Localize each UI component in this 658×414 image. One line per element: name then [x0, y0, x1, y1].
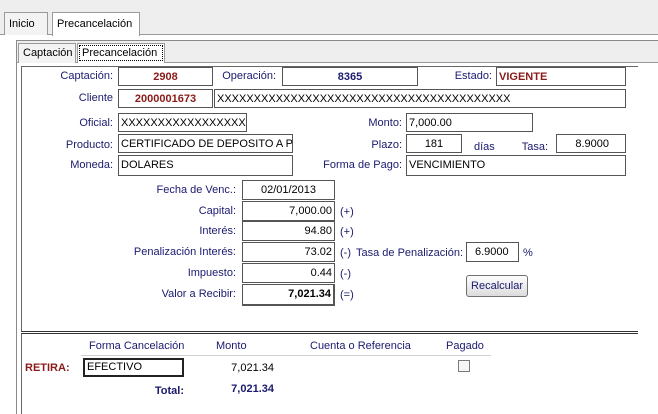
dias-label: días: [474, 141, 495, 153]
impuesto-sign: (-): [340, 268, 351, 280]
penalizacion-label: Penalización Interés:: [133, 246, 236, 258]
forma-cancelacion-field[interactable]: EFECTIVO: [83, 358, 184, 377]
moneda-label: Moneda:: [70, 159, 113, 171]
tab-precancelacion[interactable]: Precancelación: [52, 12, 140, 36]
oficial-label: Oficial:: [79, 117, 113, 129]
tasa-penalizacion-label: Tasa de Penalización:: [356, 247, 464, 259]
tasa-field: 8.9000: [556, 134, 626, 153]
captacion-label: Captación:: [60, 70, 113, 82]
producto-label: Producto:: [65, 139, 113, 151]
interes-label: Interés:: [199, 225, 236, 237]
estado-field: VIGENTE: [496, 67, 626, 86]
operacion-label: Operación:: [222, 70, 276, 82]
plazo-label: Plazo:: [371, 139, 402, 151]
oficial-field: XXXXXXXXXXXXXXXXXXXXXXX: [118, 113, 247, 132]
tasa-penalizacion-field: 6.9000: [466, 242, 519, 262]
total-value: 7,021.34: [231, 383, 274, 395]
plazo-field: 181: [406, 134, 462, 153]
monto-field: 7,000.00: [406, 113, 533, 132]
penalizacion-field: 73.02: [242, 242, 335, 262]
fecha-venc-label: Fecha de Venc.:: [156, 184, 237, 196]
table-header-divider: [81, 355, 491, 356]
impuesto-field: 0.44: [242, 263, 335, 283]
monto-label: Monto:: [368, 117, 402, 129]
captacion-field: 2908: [118, 67, 213, 86]
tasa-penalizacion-unit: %: [523, 247, 533, 259]
col-cuenta-referencia: Cuenta o Referencia: [310, 340, 411, 352]
penalizacion-sign: (-): [340, 247, 351, 259]
col-pagado: Pagado: [446, 340, 484, 352]
valor-recibir-field: 7,021.34: [242, 284, 335, 306]
interes-sign: (+): [340, 226, 354, 238]
tasa-label: Tasa:: [521, 141, 548, 153]
capital-label: Capital:: [198, 205, 236, 217]
producto-field: CERTIFICADO DE DEPOSITO A PLAZ: [118, 134, 293, 153]
valor-recibir-sign: (=): [340, 289, 354, 301]
retira-label: RETIRA:: [25, 362, 70, 374]
col-monto: Monto: [216, 340, 247, 352]
row-monto: 7,021.34: [231, 362, 274, 374]
cliente-name-field: XXXXXXXXXXXXXXXXXXXXXXXXXXXXXXXXXXXXXXXX: [214, 89, 626, 108]
operacion-field: 8365: [282, 67, 418, 86]
cliente-label: Cliente: [78, 92, 113, 104]
estado-label: Estado:: [454, 70, 492, 82]
subtab-captacion[interactable]: Captación: [18, 43, 76, 63]
capital-sign: (+): [340, 206, 354, 218]
interes-field: 94.80: [242, 221, 335, 241]
moneda-field: DOLARES: [118, 155, 293, 176]
capital-field: 7,000.00: [242, 201, 335, 221]
total-label: Total:: [154, 385, 184, 397]
subtab-precancelacion[interactable]: Precancelación: [77, 43, 165, 63]
valor-recibir-label: Valor a Recibir:: [161, 288, 236, 300]
forma-pago-field: VENCIMIENTO: [406, 155, 626, 176]
col-forma-cancelacion: Forma Cancelación: [89, 340, 185, 352]
impuesto-label: Impuesto:: [187, 267, 236, 279]
fecha-venc-field: 02/01/2013: [242, 180, 335, 200]
tab-inicio[interactable]: Inicio: [4, 12, 48, 35]
pagado-checkbox[interactable]: [458, 360, 470, 372]
cliente-code-field: 2000001673: [118, 89, 213, 108]
recalcular-button[interactable]: Recalcular: [466, 275, 528, 297]
forma-pago-label: Forma de Pago:: [323, 159, 402, 171]
